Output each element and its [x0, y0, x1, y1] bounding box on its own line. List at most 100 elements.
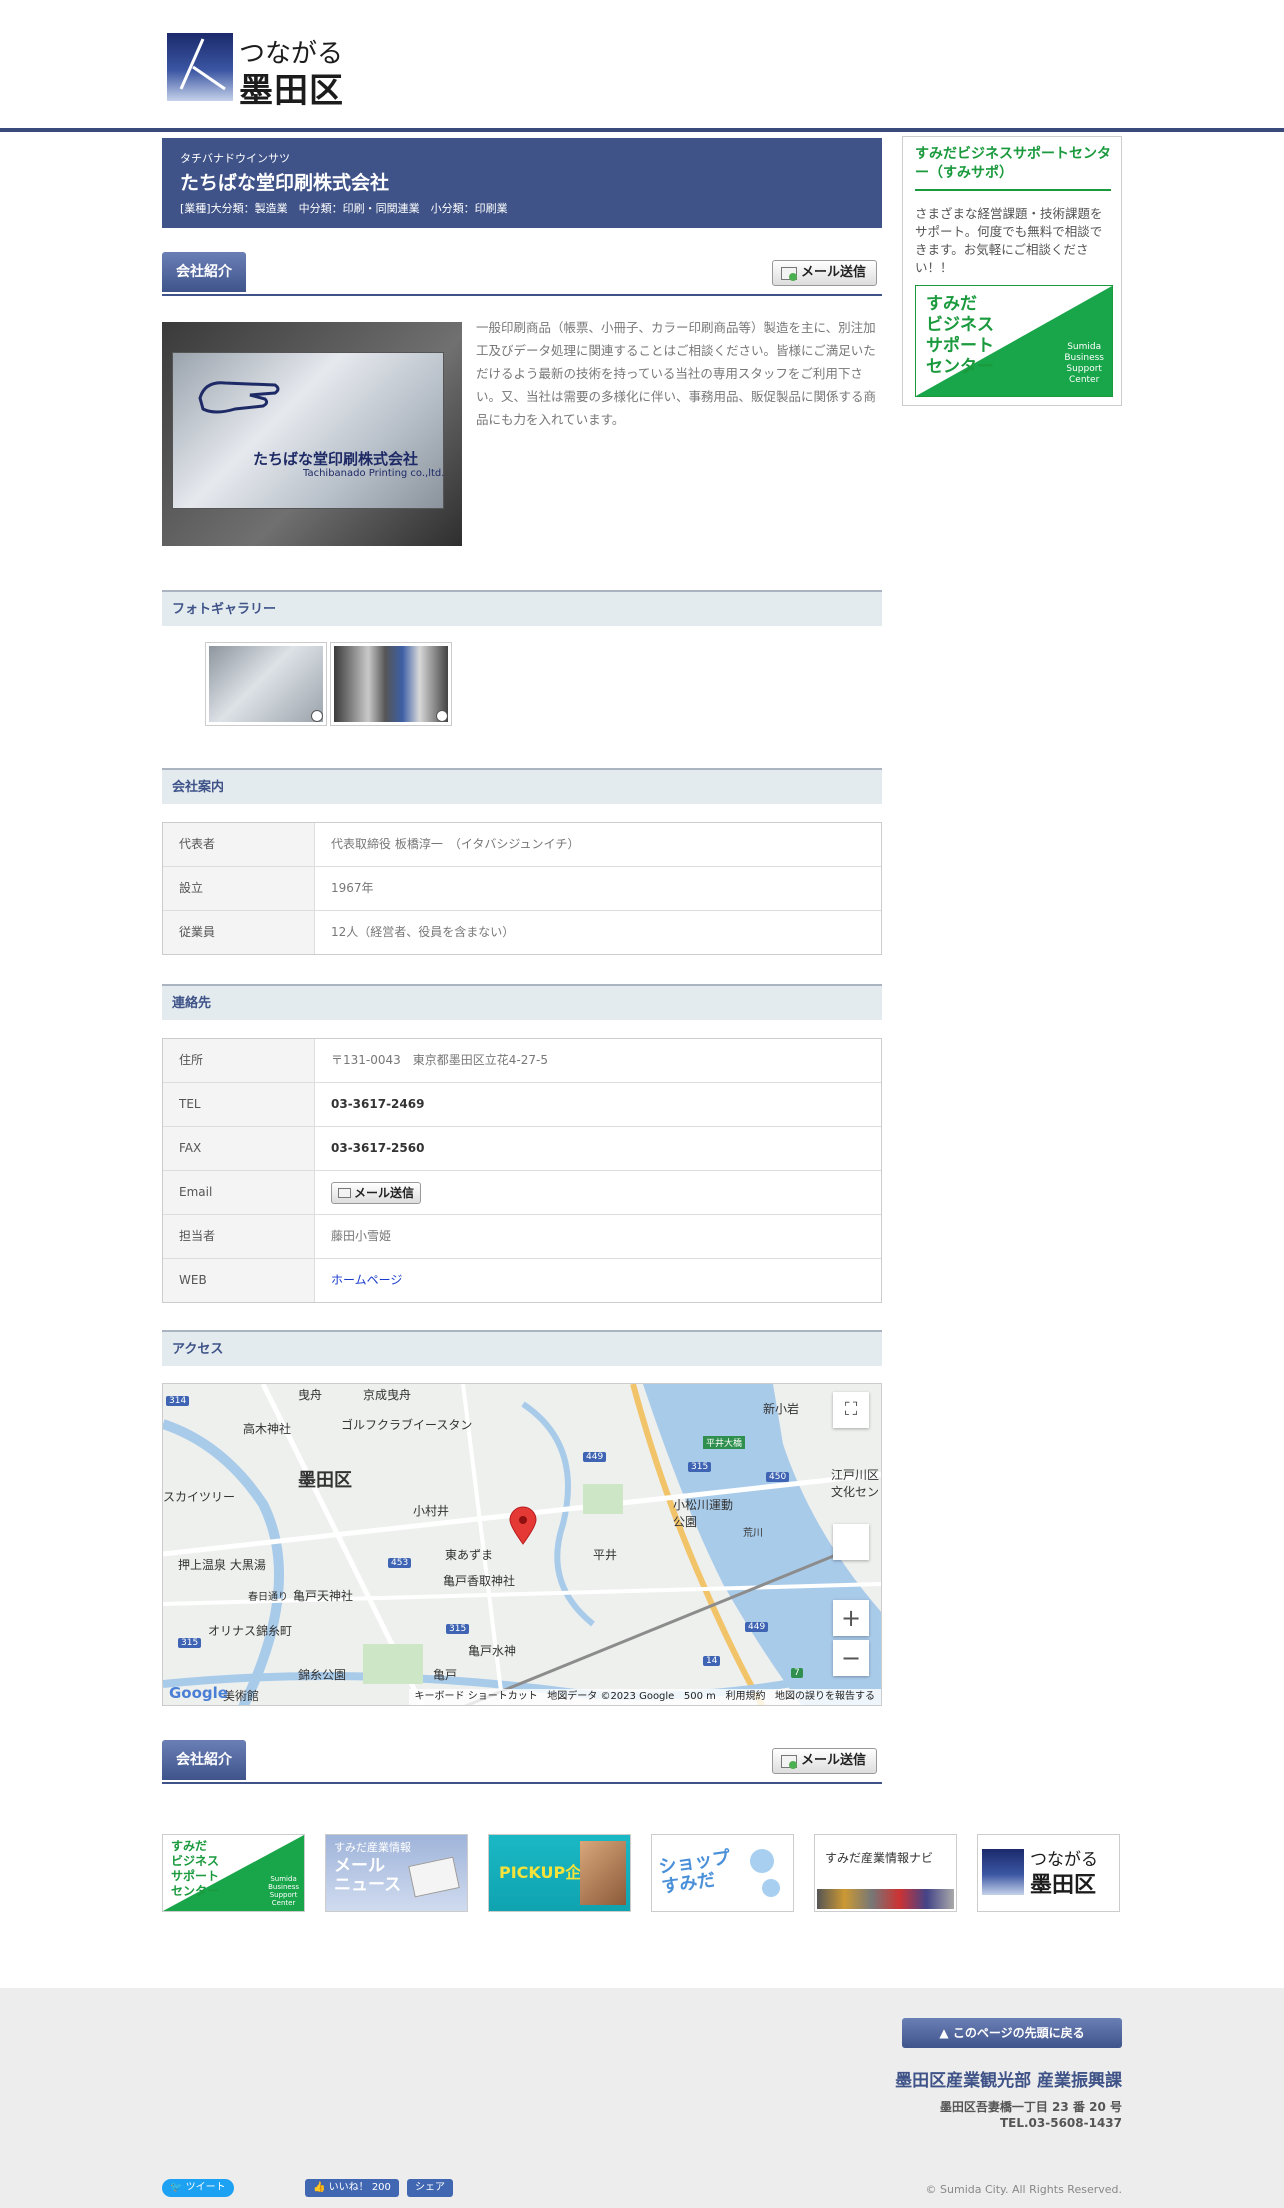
sidebar-banner[interactable]: すみだ ビジネス サポート センター Sumida Business Suppo…	[915, 285, 1113, 397]
street-view-button[interactable]	[833, 1524, 869, 1560]
contact-header: 連絡先	[162, 984, 882, 1020]
footer-address: 墨田区吾妻橋一丁目 23 番 20 号	[939, 2100, 1122, 2114]
map-label: 亀戸水神	[468, 1644, 517, 1658]
map-pin-icon[interactable]	[508, 1506, 538, 1546]
mail-send-label: メール送信	[800, 265, 866, 280]
row-label: 従業員	[163, 911, 315, 954]
email-label: Email	[163, 1171, 315, 1214]
homepage-link[interactable]: ホームページ	[331, 1259, 402, 1302]
report-error-link[interactable]: 地図の誤りを報告する	[775, 1691, 875, 1702]
zoom-icon	[436, 710, 448, 722]
mail-send-button-bottom[interactable]: メール送信	[771, 1748, 877, 1774]
tab-company-intro[interactable]: 会社紹介	[162, 252, 246, 292]
address-value: 〒131-0043 東京都墨田区立花4-27-5	[331, 1053, 548, 1067]
banner-photo	[580, 1841, 626, 1905]
facebook-like-button[interactable]: 👍 いいね！ 200	[305, 2179, 399, 2197]
fullscreen-icon[interactable]: ⛶	[833, 1392, 869, 1428]
site-logo[interactable]: つながる 墨田区	[167, 33, 359, 111]
banner-business-support[interactable]: すみだ ビジネス サポート センター Sumida Business Suppo…	[162, 1834, 305, 1912]
road-number: 7	[791, 1668, 803, 1678]
map-label: 荒川	[743, 1528, 763, 1539]
logo-mark-icon	[982, 1849, 1024, 1895]
access-header: アクセス	[162, 1330, 882, 1366]
company-name: たちばな堂印刷株式会社	[180, 172, 390, 194]
sidebar-sumisapo: すみだビジネスサポートセンター（すみサポ） さまざまな経営課題・技術課題をサポー…	[902, 136, 1122, 406]
road-number: 450	[766, 1472, 790, 1482]
road-number: 315	[178, 1638, 202, 1648]
company-intro-text: 一般印刷商品（帳票、小冊子、カラー印刷商品等）製造を主に、別注加工及びデータ処理…	[476, 320, 877, 427]
company-nameplate: たちばな堂印刷株式会社 Tachibanado Printing co.,ltd…	[172, 352, 444, 509]
row-value: 1967年	[331, 881, 374, 895]
banner-mail-news[interactable]: すみだ産業情報 メール ニュース	[325, 1834, 468, 1912]
banner-industry-navi[interactable]: すみだ産業情報ナビ	[814, 1834, 957, 1912]
company-kana: タチバナドウインサツ	[180, 152, 290, 165]
google-logo: Google	[169, 1684, 228, 1702]
banner-jp-text: すみだ ビジネス サポート センター	[926, 294, 994, 377]
back-to-top-label: このページの先頭に戻る	[952, 2026, 1085, 2040]
map-label: 高木神社	[243, 1422, 292, 1436]
mail-send-label: メール送信	[800, 1753, 866, 1768]
table-row: WEB ホームページ	[163, 1259, 881, 1302]
plate-company-name: たちばな堂印刷株式会社	[253, 450, 419, 468]
table-row: FAX 03-3617-2560	[163, 1127, 881, 1171]
map-label: 小村井	[413, 1504, 450, 1518]
tel-label: TEL	[163, 1083, 315, 1126]
sidebar-title[interactable]: すみだビジネスサポートセンター（すみサポ）	[915, 145, 1111, 191]
banner-en-text: Sumida Business Support Center	[1064, 342, 1104, 385]
table-row: 代表者 代表取締役 板橋淳一 （イタバシジュンイチ）	[163, 823, 881, 867]
map-label: 亀戸香取神社	[443, 1574, 516, 1588]
email-send-label: メール送信	[354, 1186, 415, 1200]
keyboard-shortcuts-link[interactable]: キーボード ショートカット	[415, 1691, 538, 1702]
map-label: オリナス錦糸町	[208, 1624, 293, 1638]
person-label: 担当者	[163, 1215, 315, 1258]
thumbs-up-icon: 👍	[313, 2182, 329, 2193]
map-label: スカイツリー	[163, 1490, 236, 1504]
table-row: Email メール送信	[163, 1171, 881, 1215]
google-map[interactable]: 墨田区 曳舟 京成曳舟 ゴルフクラブイースタン 高木神社 スカイツリー 小村井 …	[162, 1383, 882, 1706]
road-number: 449	[583, 1452, 607, 1462]
gallery-thumb-2[interactable]	[330, 642, 452, 726]
map-label: 小松川運動公園	[673, 1498, 734, 1529]
gallery-thumb-1[interactable]	[205, 642, 327, 726]
company-title-box: タチバナドウインサツ たちばな堂印刷株式会社 [業種]大分類：製造業 中分類：印…	[162, 138, 882, 228]
banner-pickup[interactable]: PICKUP企業	[488, 1834, 631, 1912]
table-row: 従業員 12人（経営者、役員を含まない）	[163, 911, 881, 954]
zoom-out-button[interactable]: −	[833, 1640, 869, 1676]
zoom-in-button[interactable]: +	[833, 1600, 869, 1636]
gallery-image-1	[209, 646, 323, 722]
tweet-button[interactable]: 🐦 ツイート	[162, 2179, 234, 2197]
twitter-icon: 🐦	[170, 2182, 186, 2193]
company-info-header: 会社案内	[162, 768, 882, 804]
envelope-icon	[408, 1856, 460, 1898]
zoom-icon	[311, 710, 323, 722]
map-scale[interactable]: 500 m	[684, 1691, 716, 1702]
tab-company-intro-bottom[interactable]: 会社紹介	[162, 1740, 246, 1780]
pointing-hand-icon	[198, 381, 280, 414]
terms-link[interactable]: 利用規約	[725, 1691, 765, 1702]
circle-decoration	[762, 1879, 780, 1897]
footer-tel: TEL.03-5608-1437	[999, 2116, 1122, 2130]
chevron-up-icon: ▲	[939, 2026, 953, 2040]
map-ward-label: 墨田区	[298, 1470, 352, 1491]
address-label: 住所	[163, 1039, 315, 1082]
back-to-top-button[interactable]: ▲ このページの先頭に戻る	[902, 2018, 1122, 2048]
person-value: 藤田小雪姫	[331, 1229, 392, 1243]
row-value: 12人（経営者、役員を含まない）	[331, 925, 515, 939]
road-number: 314	[166, 1396, 190, 1406]
map-label: 平井大橋	[703, 1436, 746, 1449]
map-label: 平井	[593, 1548, 618, 1562]
sidebar-text: さまざまな経営課題・技術課題をサポート。何度でも無料で相談できます。お気軽にご相…	[915, 206, 1103, 275]
map-label: 東あずま	[445, 1548, 494, 1562]
email-send-button[interactable]: メール送信	[331, 1182, 422, 1204]
facebook-share-button[interactable]: シェア	[407, 2179, 453, 2197]
banner-text: メール ニュース	[334, 1856, 402, 1895]
banner-tsunagaru-sumida[interactable]: つながる 墨田区	[977, 1834, 1120, 1912]
company-sign-photo: たちばな堂印刷株式会社 Tachibanado Printing co.,ltd…	[162, 322, 462, 546]
map-label: ゴルフクラブイースタン	[341, 1418, 473, 1432]
map-label: 美術館	[223, 1689, 260, 1703]
banner-en-text: Sumida Business Support Center	[268, 1875, 299, 1907]
mail-send-button[interactable]: メール送信	[771, 260, 877, 286]
logo-text-bottom: 墨田区	[239, 71, 344, 111]
banner-text: 墨田区	[1030, 1872, 1097, 1898]
banner-shop-sumida[interactable]: ショップ すみだ	[651, 1834, 794, 1912]
